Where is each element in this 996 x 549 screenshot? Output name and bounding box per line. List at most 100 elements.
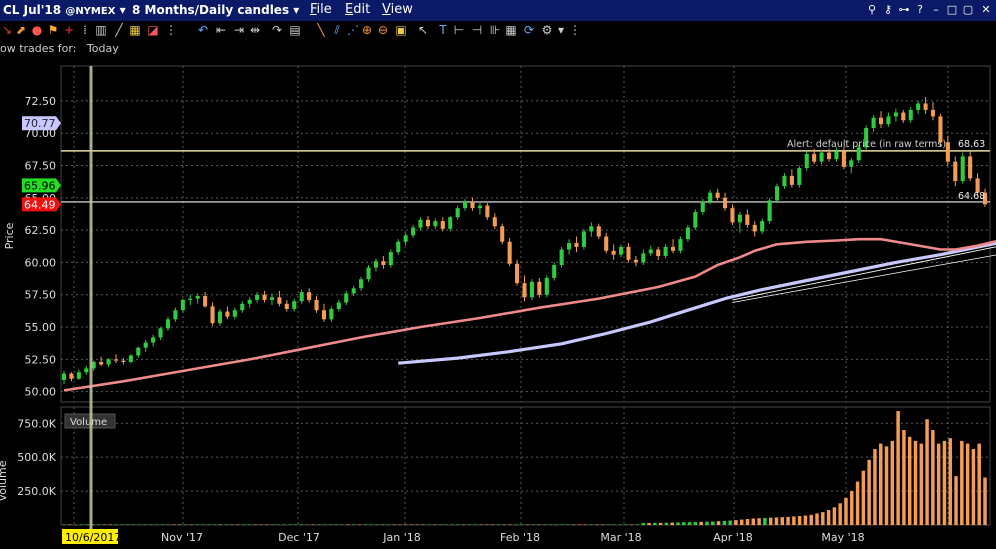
undo-icon[interactable]: ↶ — [196, 23, 210, 37]
chevron-down-icon: ▾ — [293, 3, 300, 17]
volume-bar — [711, 521, 715, 525]
volume-bar — [189, 524, 194, 525]
step-fwd-icon[interactable]: ⇥ — [232, 23, 246, 37]
candle-body — [782, 175, 787, 187]
zoom-in-icon[interactable]: ⊕ — [360, 23, 374, 37]
volume-bar — [705, 521, 709, 525]
volume-bar — [838, 503, 842, 525]
zoom-out-icon[interactable]: ⊖ — [376, 23, 390, 37]
volume-bar — [247, 524, 252, 525]
trendline-icon[interactable]: ╲ — [314, 23, 328, 37]
layout-icon[interactable]: ▤ — [288, 23, 302, 37]
restore-icon[interactable]: □ — [946, 4, 958, 16]
candle-style-icon[interactable]: ▥ — [94, 23, 108, 37]
show-trades-filter[interactable]: ow trades for: Today — [0, 42, 119, 55]
candle-body — [180, 299, 185, 311]
price-panel: 72.5070.0067.5065.0062.5060.0057.5055.00… — [3, 65, 996, 403]
flag-icon[interactable]: ⚑ — [46, 23, 60, 37]
candle-body — [693, 212, 698, 228]
volume-bar — [230, 524, 234, 525]
volume-bar — [415, 524, 420, 525]
dropdown-icon[interactable]: ▾ — [554, 23, 568, 37]
lines-icon[interactable]: ⊪ — [488, 23, 502, 37]
volume-bar — [461, 524, 466, 525]
settings-icon[interactable]: ⚙ — [540, 23, 554, 37]
close-icon[interactable]: ✕ — [980, 4, 992, 16]
link-icon[interactable]: ⚲ — [866, 4, 878, 16]
maximize-icon[interactable]: ▢ — [962, 4, 974, 16]
volume-bar — [293, 524, 298, 525]
candle-body — [440, 221, 445, 229]
volume-bar — [79, 524, 84, 525]
candle-body — [522, 283, 527, 298]
price-tick-label: 60.00 — [25, 256, 57, 269]
channel-icon[interactable]: ⫽ — [330, 23, 344, 37]
show-trades-value[interactable]: Today — [87, 42, 119, 55]
volume-bar — [676, 522, 680, 525]
hline-value: 64.68 — [958, 191, 985, 202]
more-icon[interactable]: ⋮ — [568, 23, 582, 37]
price-chart[interactable]: 72.5070.0067.5065.0062.5060.0057.5055.00… — [0, 58, 996, 549]
text-icon[interactable]: T — [436, 23, 450, 37]
volume-bar — [264, 524, 269, 525]
fan-icon[interactable]: ⋰ — [346, 23, 360, 37]
draw-icon[interactable]: ◪ — [146, 23, 160, 37]
candle-body — [307, 292, 312, 300]
candle-body — [165, 319, 171, 329]
volume-bar — [276, 524, 281, 525]
volume-bar — [699, 521, 703, 525]
period-selector[interactable]: 8 Months/Daily candles ▾ — [132, 3, 299, 17]
candle-body — [381, 261, 386, 266]
volume-bar — [328, 524, 333, 525]
price-tick-label: 62.50 — [25, 224, 57, 237]
pointer-icon[interactable]: ↖ — [416, 23, 430, 37]
expand-icon[interactable]: ⇹ — [248, 23, 262, 37]
volume-bar — [479, 524, 483, 525]
step-back-icon[interactable]: ⇤ — [214, 23, 228, 37]
volume-bar — [363, 524, 367, 525]
volume-bar — [728, 520, 732, 525]
crosshair-icon[interactable]: + — [62, 23, 76, 37]
bar-style-icon[interactable]: ⁞ — [78, 23, 92, 37]
volume-bar — [438, 524, 443, 525]
alert-icon[interactable]: ● — [30, 23, 44, 37]
arrow-icon[interactable]: ↘ — [0, 23, 14, 37]
minimize-icon[interactable]: – — [930, 4, 942, 16]
date-tick-label: May '18 — [821, 531, 864, 544]
volume-bar — [815, 513, 819, 525]
ruler-icon[interactable]: ⊢ — [452, 23, 466, 37]
candle-body — [455, 208, 460, 218]
group-icon[interactable]: ⊶ — [898, 4, 910, 16]
candle-body — [158, 328, 163, 338]
volume-bar — [201, 524, 205, 525]
candle-body — [559, 249, 564, 266]
bars-icon[interactable]: ⋮ — [164, 23, 178, 37]
menu-file[interactable]: File — [310, 2, 332, 17]
erase-icon[interactable]: ⊣ — [470, 23, 484, 37]
volume-panel: 750.0K 500.0K 250.0K Volume Volume — [0, 406, 991, 526]
grid-icon[interactable]: ▦ — [128, 23, 142, 37]
fit-icon[interactable]: ▣ — [394, 23, 408, 37]
candle-body — [314, 299, 319, 311]
volume-bar — [311, 524, 315, 525]
redo-icon[interactable]: ↷ — [270, 23, 284, 37]
volume-bar — [629, 524, 634, 525]
contract-selector[interactable]: CL Jul'18 @NYMEX ▾ — [3, 3, 126, 17]
candle-body — [76, 372, 81, 379]
price-tag-value: 70.77 — [24, 117, 56, 130]
candle-body — [336, 302, 341, 309]
candle-body — [945, 142, 950, 162]
help-icon[interactable]: ? — [914, 4, 926, 16]
volume-bar — [241, 524, 246, 525]
menu-view[interactable]: View — [382, 2, 413, 17]
key-icon[interactable]: ⚷ — [882, 4, 894, 16]
tiles-icon[interactable]: ▦ — [504, 23, 518, 37]
price-tick-label: 72.50 — [25, 95, 57, 108]
order-icon[interactable]: ⬈ — [14, 23, 28, 37]
volume-bar — [224, 524, 228, 525]
refresh-icon[interactable]: ⟳ — [522, 23, 536, 37]
line-style-icon[interactable]: ╱ — [112, 23, 126, 37]
menu-edit[interactable]: Edit — [345, 2, 370, 17]
volume-bar — [473, 524, 478, 525]
candle-body — [671, 246, 676, 251]
